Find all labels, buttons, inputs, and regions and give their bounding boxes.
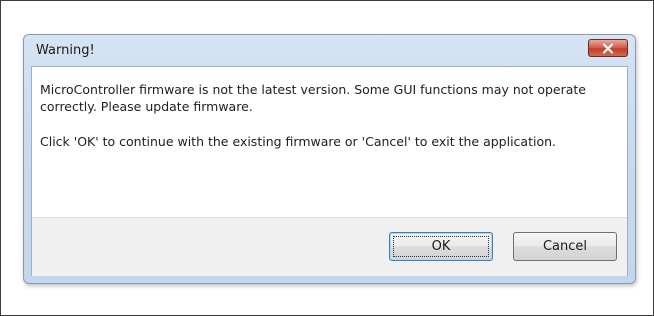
title-bar[interactable]: Warning! xyxy=(24,35,635,65)
message-text-2: Click 'OK' to continue with the existing… xyxy=(40,134,557,149)
button-bar: OK Cancel xyxy=(32,217,627,276)
dialog-title: Warning! xyxy=(36,43,95,58)
cancel-button[interactable]: Cancel xyxy=(513,232,617,261)
message-area: MicroController firmware is not the late… xyxy=(32,67,627,217)
warning-dialog: Warning! MicroController firmware is not… xyxy=(23,34,636,284)
ok-button[interactable]: OK xyxy=(389,232,493,261)
message-text-1: MicroController firmware is not the late… xyxy=(40,82,586,114)
screenshot-frame: Warning! MicroController firmware is not… xyxy=(0,0,654,316)
dialog-body: MicroController firmware is not the late… xyxy=(31,66,628,276)
close-button[interactable] xyxy=(588,39,628,57)
cancel-button-label: Cancel xyxy=(542,239,588,254)
ok-button-label: OK xyxy=(431,239,451,254)
close-x-icon xyxy=(602,42,614,54)
